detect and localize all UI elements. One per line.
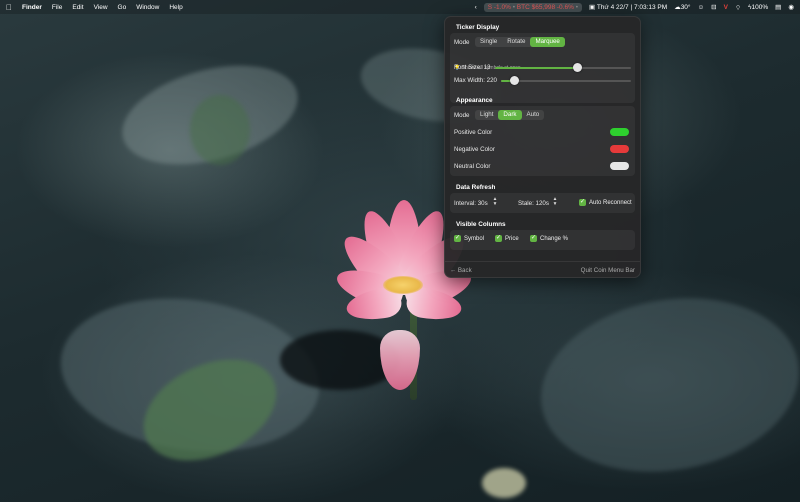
control-center-icon[interactable]: ▤ [775, 3, 781, 11]
positive-color-swatch[interactable] [610, 128, 629, 136]
font-size-slider[interactable] [495, 63, 631, 72]
font-size-label: Font Size: 13 [454, 64, 491, 71]
wallpaper-leaf [527, 278, 800, 492]
section-title-appearance: Appearance [456, 97, 493, 104]
neutral-color-label: Neutral Color [454, 163, 491, 170]
datetime-text: Thứ 4 22/7 | 7:03:13 PM [596, 4, 668, 11]
popover-footer: ← Back Quit Coin Menu Bar [445, 263, 640, 277]
appearance-mode-label: Mode [454, 112, 470, 119]
font-size-slider-knob[interactable] [573, 63, 582, 72]
back-button[interactable]: ← Back [450, 267, 472, 274]
ticker-mode-segmented-control: Single Rotate Marquee [475, 37, 565, 47]
wallpaper-bud [482, 468, 526, 498]
appearance-mode-auto[interactable]: Auto [522, 110, 545, 120]
weather-text: 30° [680, 4, 691, 11]
menu-edit[interactable]: Edit [72, 4, 83, 11]
quit-button[interactable]: Quit Coin Menu Bar [581, 267, 635, 274]
positive-color-label: Positive Color [454, 129, 493, 136]
menu-bar:  Finder File Edit View Go Window Help ‹… [0, 0, 800, 14]
calendar-icon: ▣ [588, 4, 596, 11]
max-width-slider[interactable] [501, 76, 631, 85]
appearance-mode-dark[interactable]: Dark [498, 110, 522, 120]
datetime-status-item[interactable]: ▣ Thứ 4 22/7 | 7:03:13 PM [589, 3, 667, 11]
finder-status-icon[interactable]: ☺ [698, 4, 705, 11]
auto-reconnect-checkbox[interactable]: ✓ [579, 199, 586, 206]
price-column-label: Price [505, 236, 519, 242]
section-title-visible-columns: Visible Columns [456, 221, 506, 228]
footer-divider [445, 261, 640, 262]
interval-stepper[interactable]: ▲ ▼ [492, 197, 498, 208]
menu-window[interactable]: Window [136, 4, 159, 11]
max-width-label: Max Width: 220 [454, 77, 497, 84]
wallpaper-green-leaf [190, 95, 250, 165]
appearance-mode-light[interactable]: Light [475, 110, 498, 120]
menu-view[interactable]: View [94, 4, 108, 11]
negative-color-swatch[interactable] [610, 145, 629, 153]
change-column-label: Change % [540, 236, 569, 242]
ticker-mode-label: Mode [454, 39, 470, 46]
controls-status-icon[interactable]: ⊟ [711, 3, 716, 11]
interval-label: Interval: 30s [454, 200, 488, 207]
battery-status-item[interactable]: ϟ100% [748, 4, 768, 11]
menu-help[interactable]: Help [169, 4, 182, 11]
desktop-wallpaper [0, 0, 800, 502]
stale-stepper[interactable]: ▲ ▼ [552, 197, 558, 208]
stale-label: Stale: 120s [518, 200, 549, 207]
coin-ticker-status-item[interactable]: S -1.0% • BTC $65,998 -0.6% • [483, 2, 582, 12]
apple-icon[interactable]:  [6, 3, 12, 12]
menu-file[interactable]: File [52, 4, 62, 11]
ticker-text-2: BTC $65,998 -0.6% [516, 3, 574, 11]
menu-app-finder[interactable]: Finder [22, 4, 42, 11]
ticker-mode-single[interactable]: Single [475, 37, 502, 47]
change-checkbox[interactable]: ✓ [530, 235, 537, 242]
menu-go[interactable]: Go [118, 4, 127, 11]
section-title-ticker-display: Ticker Display [456, 24, 500, 31]
v-app-icon[interactable]: V [724, 4, 728, 11]
ticker-mode-marquee[interactable]: Marquee [530, 37, 565, 47]
auto-reconnect-label: Auto Reconnect [589, 200, 632, 206]
wifi-icon[interactable]: ⌔ [735, 3, 741, 12]
appearance-mode-segmented-control: Light Dark Auto [475, 110, 545, 120]
font-size-slider-fill [495, 67, 577, 69]
weather-status-item[interactable]: ☁30° [674, 3, 690, 11]
negative-color-label: Negative Color [454, 146, 495, 153]
section-title-data-refresh: Data Refresh [456, 184, 496, 191]
battery-text: 100% [751, 3, 769, 11]
ticker-mode-rotate[interactable]: Rotate [502, 37, 530, 47]
chevron-left-icon[interactable]: ‹ [475, 4, 477, 11]
neutral-color-swatch[interactable] [610, 162, 629, 170]
max-width-slider-knob[interactable] [510, 76, 519, 85]
symbol-column-label: Symbol [464, 236, 485, 242]
price-checkbox[interactable]: ✓ [495, 235, 502, 242]
siri-icon[interactable]: ◉ [788, 3, 794, 11]
ticker-text-1: S -1.0% [487, 3, 511, 11]
coin-settings-popover: Ticker Display Mode Single Rotate Marque… [444, 16, 641, 278]
symbol-checkbox[interactable]: ✓ [454, 235, 461, 242]
